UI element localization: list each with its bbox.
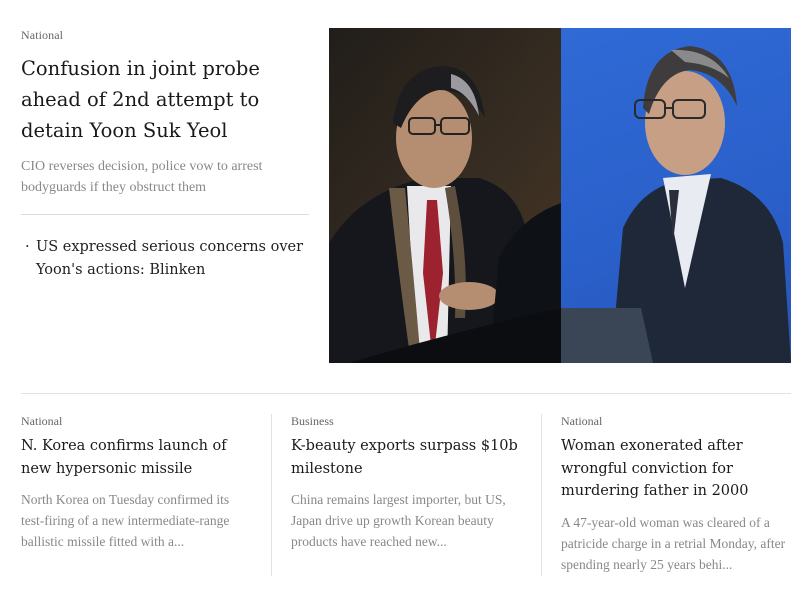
section-divider bbox=[21, 393, 791, 394]
lead-story: National Confusion in joint probe ahead … bbox=[21, 28, 311, 198]
story-headline[interactable]: K-beauty exports surpass $10b milestone bbox=[291, 435, 521, 480]
story-deck[interactable]: A 47-year-old woman was cleared of a pat… bbox=[561, 512, 791, 575]
lead-headline[interactable]: Confusion in joint probe ahead of 2nd at… bbox=[21, 53, 311, 146]
photo-left-panel bbox=[329, 28, 561, 363]
lead-photo[interactable] bbox=[329, 28, 791, 363]
lead-divider bbox=[21, 214, 309, 215]
story-card[interactable]: Business K-beauty exports surpass $10b m… bbox=[291, 414, 521, 552]
story-section-label[interactable]: National bbox=[561, 414, 791, 429]
story-section-label[interactable]: National bbox=[21, 414, 251, 429]
story-deck[interactable]: China remains largest importer, but US, … bbox=[291, 489, 521, 552]
story-card[interactable]: National Woman exonerated after wrongful… bbox=[561, 414, 791, 575]
lead-section-label[interactable]: National bbox=[21, 28, 311, 43]
story-headline[interactable]: Woman exonerated after wrongful convicti… bbox=[561, 435, 791, 503]
column-divider bbox=[541, 414, 542, 576]
photo-left-illustration bbox=[329, 28, 561, 363]
photo-right-panel bbox=[561, 28, 791, 363]
story-deck[interactable]: North Korea on Tuesday confirmed its tes… bbox=[21, 489, 251, 552]
lead-deck[interactable]: CIO reverses decision, police vow to arr… bbox=[21, 156, 311, 198]
column-divider bbox=[271, 414, 272, 576]
story-card[interactable]: National N. Korea confirms launch of new… bbox=[21, 414, 251, 552]
photo-right-illustration bbox=[561, 46, 791, 363]
story-section-label[interactable]: Business bbox=[291, 414, 521, 429]
bullet-icon: · bbox=[25, 239, 30, 255]
related-link-text[interactable]: US expressed serious concerns over Yoon'… bbox=[36, 236, 315, 282]
story-headline[interactable]: N. Korea confirms launch of new hyperson… bbox=[21, 435, 251, 480]
related-link[interactable]: · US expressed serious concerns over Yoo… bbox=[25, 236, 315, 282]
